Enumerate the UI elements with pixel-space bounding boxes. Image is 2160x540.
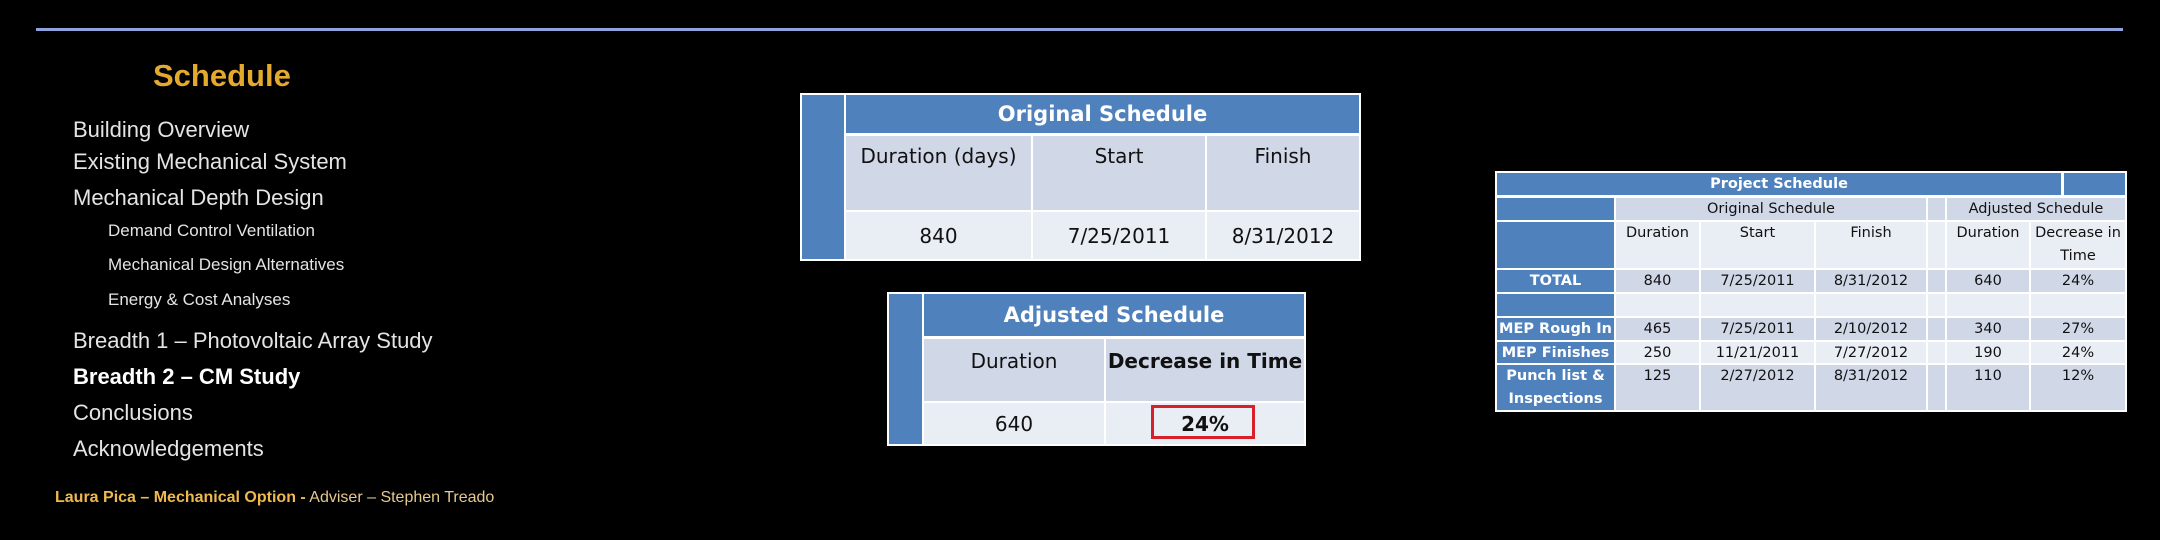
nav-item-building-overview[interactable]: Building Overview [73, 117, 249, 143]
table-cell: 640 [924, 403, 1104, 444]
table-cell: 7/25/2011 [1701, 318, 1814, 340]
nav-item-existing-mechanical-system[interactable]: Existing Mechanical System [73, 149, 347, 175]
column-header: Duration [1947, 222, 2029, 268]
table-cell: 2/10/2012 [1816, 318, 1926, 340]
table-side-bar [802, 95, 844, 259]
table-title: Adjusted Schedule [924, 294, 1304, 336]
footer-adviser: Adviser – Stephen Treado [309, 489, 495, 506]
table-cell: 11/21/2011 [1701, 342, 1814, 363]
nav-subitem-energy-cost-analyses[interactable]: Energy & Cost Analyses [108, 290, 290, 310]
column-header: Decrease in Time [2031, 222, 2125, 268]
table-cell: 24% [2031, 342, 2125, 363]
table-cell: 2/27/2012 [1701, 365, 1814, 410]
spacer-cell [1928, 318, 1945, 340]
column-header: Finish [1207, 136, 1359, 210]
row-label: MEP Rough In [1497, 318, 1614, 340]
row-label: MEP Finishes [1497, 342, 1614, 363]
table-title: Project Schedule [1497, 173, 2061, 195]
table-cell: 640 [1947, 270, 2029, 292]
table-cell: 840 [1616, 270, 1699, 292]
spacer-cell [1928, 294, 1945, 316]
group-header-adjusted: Adjusted Schedule [1947, 198, 2125, 220]
row-label: Punch list & Inspections [1497, 365, 1614, 410]
nav-subitem-mechanical-design-alternatives[interactable]: Mechanical Design Alternatives [108, 255, 344, 275]
table-cell: 465 [1616, 318, 1699, 340]
table-cell [1816, 294, 1926, 316]
spacer-cell [1928, 222, 1945, 268]
group-header-original: Original Schedule [1616, 198, 1926, 220]
table-cell: 8/31/2012 [1816, 270, 1926, 292]
table-title-cap [2064, 173, 2125, 195]
row-label-blank [1497, 198, 1614, 220]
column-header: Decrease in Time [1106, 339, 1304, 401]
table-cell: 27% [2031, 318, 2125, 340]
column-header: Start [1701, 222, 1814, 268]
spacer-cell [1928, 365, 1945, 410]
top-rule [36, 28, 2123, 31]
table-cell: 190 [1947, 342, 2029, 363]
original-schedule-table: Original Schedule Duration (days) Start … [800, 93, 1361, 261]
column-header: Duration [1616, 222, 1699, 268]
column-header: Duration (days) [846, 136, 1031, 210]
row-label-blank [1497, 222, 1614, 268]
row-label [1497, 294, 1614, 316]
project-schedule-table: Project Schedule Original Schedule Adjus… [1495, 171, 2127, 412]
table-cell [1947, 294, 2029, 316]
table-cell: 7/25/2011 [1701, 270, 1814, 292]
table-title: Original Schedule [846, 95, 1359, 133]
nav-item-mechanical-depth-design[interactable]: Mechanical Depth Design [73, 185, 324, 211]
spacer-cell [1928, 198, 1945, 220]
table-cell: 12% [2031, 365, 2125, 410]
table-side-bar [889, 294, 922, 444]
nav-subitem-demand-control-ventilation[interactable]: Demand Control Ventilation [108, 221, 315, 241]
column-header: Start [1033, 136, 1205, 210]
column-header: Duration [924, 339, 1104, 401]
table-cell [1616, 294, 1699, 316]
table-cell: 8/31/2012 [1816, 365, 1926, 410]
footer: Laura Pica – Mechanical Option - Adviser… [55, 489, 494, 507]
nav-item-breadth-2[interactable]: Breadth 2 – CM Study [73, 364, 300, 390]
nav-item-acknowledgements[interactable]: Acknowledgements [73, 436, 264, 462]
table-cell: 24% [2031, 270, 2125, 292]
highlight-box [1151, 405, 1255, 439]
table-cell: 125 [1616, 365, 1699, 410]
adjusted-schedule-table: Adjusted Schedule Duration Decrease in T… [887, 292, 1306, 446]
nav-item-conclusions[interactable]: Conclusions [73, 400, 193, 426]
nav-item-breadth-1[interactable]: Breadth 1 – Photovoltaic Array Study [73, 328, 433, 354]
table-cell: 7/27/2012 [1816, 342, 1926, 363]
column-header: Finish [1816, 222, 1926, 268]
slide-title: Schedule [153, 58, 291, 93]
spacer-cell [1928, 342, 1945, 363]
table-cell: 8/31/2012 [1207, 212, 1359, 259]
table-cell: 250 [1616, 342, 1699, 363]
spacer-cell [1928, 270, 1945, 292]
footer-author: Laura Pica – Mechanical Option - [55, 489, 306, 506]
table-cell: 110 [1947, 365, 2029, 410]
table-cell: 7/25/2011 [1033, 212, 1205, 259]
table-cell [1701, 294, 1814, 316]
table-cell [2031, 294, 2125, 316]
table-cell: 340 [1947, 318, 2029, 340]
table-cell: 840 [846, 212, 1031, 259]
row-label: TOTAL [1497, 270, 1614, 292]
